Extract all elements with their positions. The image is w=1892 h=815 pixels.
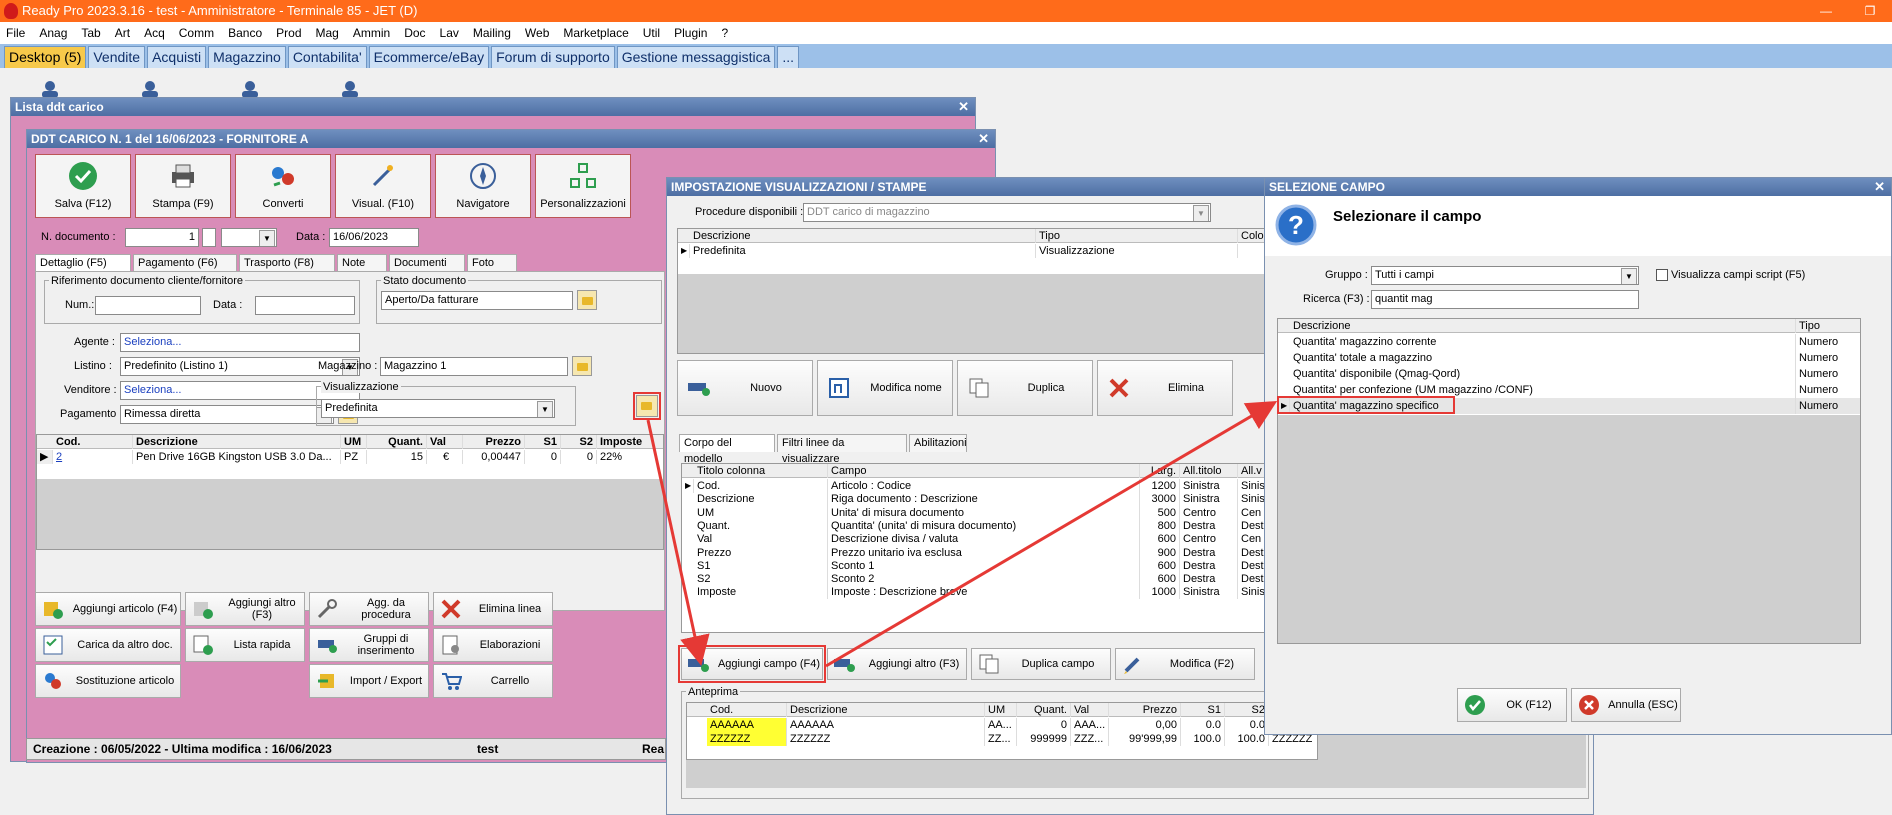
arrow-to-aggiungi-campo xyxy=(646,419,710,666)
arrow-to-campo-specifico xyxy=(825,400,1278,668)
annotation-arrows xyxy=(646,400,1278,668)
